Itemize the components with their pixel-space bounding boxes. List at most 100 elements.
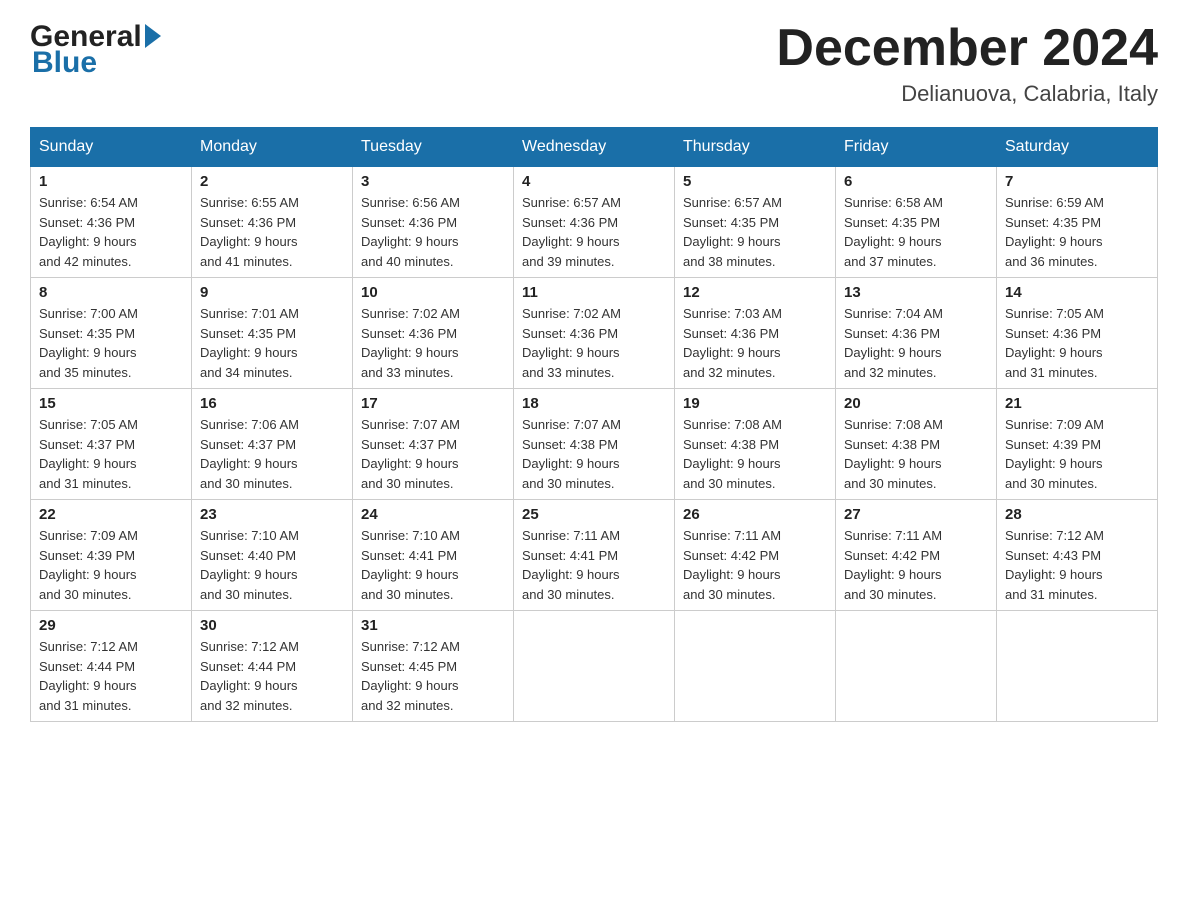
day-info: Sunrise: 6:54 AMSunset: 4:36 PMDaylight:…: [39, 193, 183, 271]
calendar-cell: 27Sunrise: 7:11 AMSunset: 4:42 PMDayligh…: [836, 500, 997, 611]
calendar-cell: 25 Sunrise: 7:11 AMSunset: 4:41 PMDayligh…: [514, 500, 675, 611]
day-number: 3: [361, 173, 505, 190]
day-info: Sunrise: 7:10 AMSunset: 4:40 PMDaylight:…: [200, 526, 344, 604]
day-number: 14: [1005, 284, 1149, 301]
day-info: Sunrise: 7:10 AMSunset: 4:41 PMDaylight:…: [361, 526, 505, 604]
calendar-cell: 18 Sunrise: 7:07 AMSunset: 4:38 PMDayligh…: [514, 389, 675, 500]
day-number: 9: [200, 284, 344, 301]
day-info: Sunrise: 6:55 AMSunset: 4:36 PMDaylight:…: [200, 193, 344, 271]
day-info: Sunrise: 7:04 AMSunset: 4:36 PMDaylight:…: [844, 304, 988, 382]
day-info: Sunrise: 6:59 AMSunset: 4:35 PMDaylight:…: [1005, 193, 1149, 271]
calendar-table: SundayMondayTuesdayWednesdayThursdayFrid…: [30, 127, 1158, 722]
day-info: Sunrise: 7:09 AMSunset: 4:39 PMDaylight:…: [39, 526, 183, 604]
weekday-header-row: SundayMondayTuesdayWednesdayThursdayFrid…: [31, 128, 1158, 167]
day-number: 26: [683, 506, 827, 523]
day-info: Sunrise: 7:11 AMSunset: 4:42 PMDaylight:…: [683, 526, 827, 604]
day-info: Sunrise: 7:06 AMSunset: 4:37 PMDaylight:…: [200, 415, 344, 493]
calendar-cell: 3 Sunrise: 6:56 AMSunset: 4:36 PMDaylight…: [353, 167, 514, 278]
day-number: 19: [683, 395, 827, 412]
day-info: Sunrise: 7:09 AMSunset: 4:39 PMDaylight:…: [1005, 415, 1149, 493]
weekday-header-saturday: Saturday: [997, 128, 1158, 167]
day-number: 16: [200, 395, 344, 412]
calendar-cell: 10 Sunrise: 7:02 AMSunset: 4:36 PMDayligh…: [353, 278, 514, 389]
day-number: 31: [361, 617, 505, 634]
day-info: Sunrise: 7:07 AMSunset: 4:37 PMDaylight:…: [361, 415, 505, 493]
day-number: 24: [361, 506, 505, 523]
day-info: Sunrise: 7:03 AMSunset: 4:36 PMDaylight:…: [683, 304, 827, 382]
day-number: 2: [200, 173, 344, 190]
calendar-cell: 19 Sunrise: 7:08 AMSunset: 4:38 PMDayligh…: [675, 389, 836, 500]
day-info: Sunrise: 7:08 AMSunset: 4:38 PMDaylight:…: [844, 415, 988, 493]
calendar-cell: 5 Sunrise: 6:57 AMSunset: 4:35 PMDaylight…: [675, 167, 836, 278]
day-info: Sunrise: 7:05 AMSunset: 4:36 PMDaylight:…: [1005, 304, 1149, 382]
calendar-cell: 16 Sunrise: 7:06 AMSunset: 4:37 PMDayligh…: [192, 389, 353, 500]
day-number: 15: [39, 395, 183, 412]
day-number: 17: [361, 395, 505, 412]
day-info: Sunrise: 6:57 AMSunset: 4:36 PMDaylight:…: [522, 193, 666, 271]
day-info: Sunrise: 7:12 AMSunset: 4:44 PMDaylight:…: [39, 637, 183, 715]
calendar-cell: [836, 611, 997, 722]
day-number: 10: [361, 284, 505, 301]
day-info: Sunrise: 6:58 AMSunset: 4:35 PMDaylight:…: [844, 193, 988, 271]
day-number: 7: [1005, 173, 1149, 190]
calendar-cell: 4 Sunrise: 6:57 AMSunset: 4:36 PMDaylight…: [514, 167, 675, 278]
calendar-week-row: 22 Sunrise: 7:09 AMSunset: 4:39 PMDayligh…: [31, 500, 1158, 611]
weekday-header-sunday: Sunday: [31, 128, 192, 167]
day-number: 22: [39, 506, 183, 523]
day-number: 30: [200, 617, 344, 634]
day-number: 23: [200, 506, 344, 523]
day-info: Sunrise: 7:02 AMSunset: 4:36 PMDaylight:…: [522, 304, 666, 382]
calendar-cell: 24 Sunrise: 7:10 AMSunset: 4:41 PMDayligh…: [353, 500, 514, 611]
calendar-cell: 23 Sunrise: 7:10 AMSunset: 4:40 PMDayligh…: [192, 500, 353, 611]
location-text: Delianuova, Calabria, Italy: [776, 81, 1158, 107]
calendar-week-row: 29 Sunrise: 7:12 AMSunset: 4:44 PMDayligh…: [31, 611, 1158, 722]
day-info: Sunrise: 7:11 AMSunset: 4:41 PMDaylight:…: [522, 526, 666, 604]
calendar-cell: 20 Sunrise: 7:08 AMSunset: 4:38 PMDayligh…: [836, 389, 997, 500]
day-number: 4: [522, 173, 666, 190]
day-info: Sunrise: 7:08 AMSunset: 4:38 PMDaylight:…: [683, 415, 827, 493]
day-number: 28: [1005, 506, 1149, 523]
calendar-cell: [675, 611, 836, 722]
calendar-cell: 15 Sunrise: 7:05 AMSunset: 4:37 PMDayligh…: [31, 389, 192, 500]
calendar-cell: 1Sunrise: 6:54 AMSunset: 4:36 PMDaylight…: [31, 167, 192, 278]
day-info: Sunrise: 7:02 AMSunset: 4:36 PMDaylight:…: [361, 304, 505, 382]
day-info: Sunrise: 7:00 AMSunset: 4:35 PMDaylight:…: [39, 304, 183, 382]
calendar-cell: 12Sunrise: 7:03 AMSunset: 4:36 PMDayligh…: [675, 278, 836, 389]
weekday-header-friday: Friday: [836, 128, 997, 167]
logo-chevron-icon: [145, 24, 161, 48]
day-number: 13: [844, 284, 988, 301]
calendar-cell: [997, 611, 1158, 722]
day-info: Sunrise: 7:01 AMSunset: 4:35 PMDaylight:…: [200, 304, 344, 382]
day-number: 21: [1005, 395, 1149, 412]
day-number: 18: [522, 395, 666, 412]
day-number: 20: [844, 395, 988, 412]
day-number: 8: [39, 284, 183, 301]
calendar-cell: 22 Sunrise: 7:09 AMSunset: 4:39 PMDayligh…: [31, 500, 192, 611]
day-info: Sunrise: 7:05 AMSunset: 4:37 PMDaylight:…: [39, 415, 183, 493]
calendar-week-row: 15 Sunrise: 7:05 AMSunset: 4:37 PMDayligh…: [31, 389, 1158, 500]
title-area: December 2024 Delianuova, Calabria, Ital…: [776, 20, 1158, 107]
day-info: Sunrise: 7:07 AMSunset: 4:38 PMDaylight:…: [522, 415, 666, 493]
day-number: 27: [844, 506, 988, 523]
day-info: Sunrise: 6:57 AMSunset: 4:35 PMDaylight:…: [683, 193, 827, 271]
calendar-cell: 9 Sunrise: 7:01 AMSunset: 4:35 PMDaylight…: [192, 278, 353, 389]
calendar-cell: 21 Sunrise: 7:09 AMSunset: 4:39 PMDayligh…: [997, 389, 1158, 500]
day-number: 25: [522, 506, 666, 523]
day-number: 11: [522, 284, 666, 301]
calendar-cell: 14 Sunrise: 7:05 AMSunset: 4:36 PMDayligh…: [997, 278, 1158, 389]
month-title: December 2024: [776, 20, 1158, 77]
calendar-cell: 8 Sunrise: 7:00 AMSunset: 4:35 PMDaylight…: [31, 278, 192, 389]
day-info: Sunrise: 7:12 AMSunset: 4:44 PMDaylight:…: [200, 637, 344, 715]
day-number: 5: [683, 173, 827, 190]
calendar-cell: 6Sunrise: 6:58 AMSunset: 4:35 PMDaylight…: [836, 167, 997, 278]
day-info: Sunrise: 7:12 AMSunset: 4:43 PMDaylight:…: [1005, 526, 1149, 604]
calendar-cell: 30 Sunrise: 7:12 AMSunset: 4:44 PMDayligh…: [192, 611, 353, 722]
day-info: Sunrise: 6:56 AMSunset: 4:36 PMDaylight:…: [361, 193, 505, 271]
day-number: 29: [39, 617, 183, 634]
day-info: Sunrise: 7:12 AMSunset: 4:45 PMDaylight:…: [361, 637, 505, 715]
page-header: General Blue December 2024 Delianuova, C…: [30, 20, 1158, 107]
calendar-cell: [514, 611, 675, 722]
logo-blue-text: Blue: [32, 46, 97, 79]
calendar-cell: 2 Sunrise: 6:55 AMSunset: 4:36 PMDaylight…: [192, 167, 353, 278]
calendar-cell: 13 Sunrise: 7:04 AMSunset: 4:36 PMDayligh…: [836, 278, 997, 389]
